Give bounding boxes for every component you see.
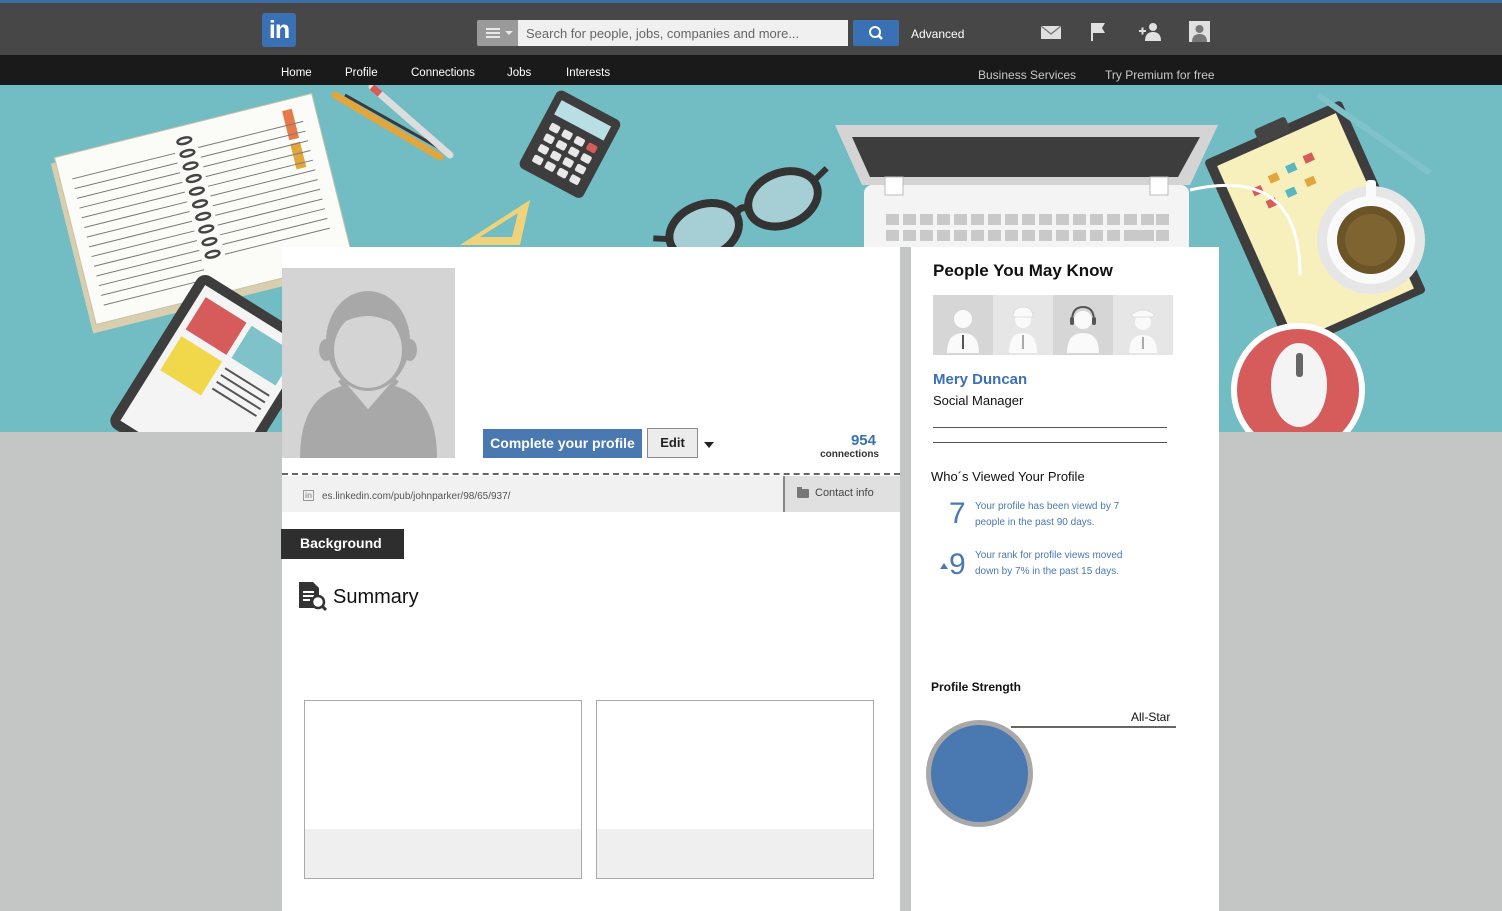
calculator-illustration	[519, 90, 621, 198]
folder-icon	[797, 487, 809, 498]
nav-jobs[interactable]: Jobs	[507, 67, 531, 79]
search-icon	[869, 26, 883, 40]
avatar-placeholder-icon	[300, 291, 437, 458]
summary-heading: Summary	[333, 586, 419, 608]
profile-views-count[interactable]: 7	[949, 497, 966, 531]
advanced-search-link[interactable]: Advanced	[911, 27, 964, 41]
people-you-may-know-strip	[933, 295, 1173, 355]
linkedin-logo[interactable]: in	[262, 13, 296, 47]
person-suggestion-4[interactable]	[1113, 295, 1173, 355]
edit-profile-button[interactable]: Edit	[647, 428, 698, 458]
edit-options-dropdown-icon[interactable]	[704, 442, 714, 448]
flag-icon[interactable]	[1087, 21, 1111, 43]
main-navigation	[0, 55, 1502, 85]
account-icon[interactable]	[1188, 21, 1212, 43]
people-you-may-know-heading: People You May Know	[933, 261, 1113, 280]
business-services-link[interactable]: Business Services	[978, 68, 1076, 82]
add-connection-icon[interactable]	[1138, 21, 1162, 43]
person-suggestion-3[interactable]	[1053, 295, 1113, 355]
contact-info-label[interactable]: Contact info	[815, 487, 874, 499]
try-premium-link[interactable]: Try Premium for free	[1105, 68, 1215, 82]
who-viewed-heading: Who´s Viewed Your Profile	[931, 469, 1085, 484]
media-caption-area	[305, 829, 581, 878]
profile-photo[interactable]	[282, 268, 455, 458]
person-suggestion-1[interactable]	[933, 295, 993, 355]
media-placeholder-1[interactable]	[304, 700, 582, 879]
search-category-dropdown[interactable]	[477, 20, 518, 46]
connections-label: connections	[820, 449, 879, 460]
strength-indicator-line	[1011, 726, 1176, 728]
trend-arrow-icon	[940, 563, 948, 569]
profile-rank-text: Your rank for profile views moved down b…	[975, 550, 1123, 577]
section-divider	[282, 473, 900, 475]
complete-profile-button[interactable]: Complete your profile	[483, 429, 642, 458]
search-input[interactable]	[518, 20, 848, 46]
nav-home[interactable]: Home	[281, 67, 312, 79]
divider-line	[933, 427, 1167, 428]
person-suggestion-2[interactable]	[993, 295, 1053, 355]
profile-strength-meter[interactable]	[926, 720, 1033, 827]
chevron-down-icon	[505, 31, 513, 35]
suggested-person-name[interactable]: Mery Duncan	[933, 371, 1027, 388]
suggested-person-title: Social Manager	[933, 393, 1024, 408]
profile-rank-value[interactable]: 9	[949, 548, 966, 582]
column-divider	[900, 247, 911, 911]
public-profile-url[interactable]: es.linkedin.com/pub/johnparker/98/65/937…	[322, 491, 510, 502]
mail-icon[interactable]	[1039, 21, 1063, 43]
divider-line	[933, 442, 1167, 443]
background-tab[interactable]: Background	[281, 529, 404, 559]
media-placeholder-2[interactable]	[596, 700, 874, 879]
nav-connections[interactable]: Connections	[411, 67, 475, 79]
search-button[interactable]	[853, 20, 899, 46]
media-caption-area	[597, 829, 873, 878]
document-search-icon	[299, 582, 327, 612]
profile-strength-heading: Profile Strength	[931, 680, 1022, 694]
nav-interests[interactable]: Interests	[566, 67, 610, 79]
profile-views-text: Your profile has been viewd by 7 people …	[975, 501, 1120, 528]
menu-icon	[486, 28, 500, 38]
connections-count[interactable]: 954	[820, 432, 876, 449]
linkedin-small-icon: in	[303, 490, 314, 501]
profile-strength-level: All-Star	[1131, 710, 1171, 724]
pens-illustration	[331, 85, 454, 161]
nav-profile[interactable]: Profile	[345, 67, 378, 79]
